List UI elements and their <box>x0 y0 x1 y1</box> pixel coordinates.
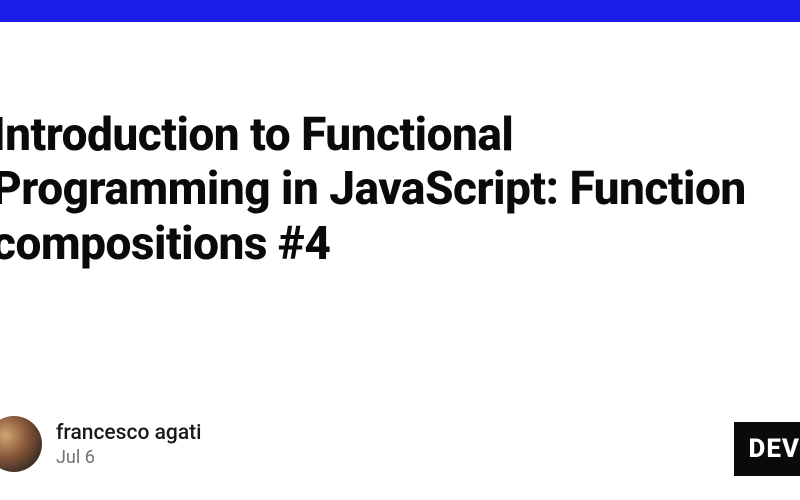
author-info: francesco agati Jul 6 <box>56 421 201 468</box>
dev-badge: DEV <box>734 422 800 476</box>
post-title: Introduction to Functional Programming i… <box>0 108 800 271</box>
post-date: Jul 6 <box>56 447 201 468</box>
author-avatar <box>0 416 42 472</box>
post-content: Introduction to Functional Programming i… <box>0 108 800 271</box>
brand-top-bar <box>0 0 800 22</box>
author-name: francesco agati <box>56 421 201 445</box>
author-row: francesco agati Jul 6 <box>0 416 201 472</box>
